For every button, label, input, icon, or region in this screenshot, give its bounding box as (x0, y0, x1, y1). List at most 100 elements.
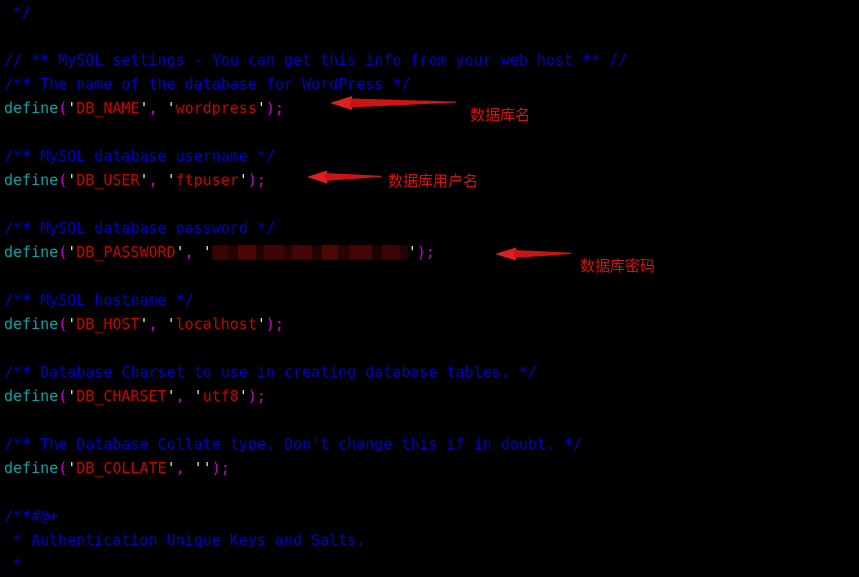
code-token-cmt: */ (4, 3, 32, 21)
code-token-punc: ( (58, 387, 68, 405)
code-token-q: ' (67, 99, 77, 117)
code-token-q: ' (139, 171, 149, 189)
code-token-q: ' (67, 387, 77, 405)
code-line: define('DB_PASSWORD', ' '); (0, 240, 859, 264)
code-token-cmt: * Authentication Unique Keys and Salts. (4, 531, 366, 549)
code-token-cmt: // ** MySQL settings - You can get this … (4, 51, 628, 69)
code-token-q: ' (166, 171, 176, 189)
code-token-fn: define (4, 459, 59, 477)
code-token-cmt: /** MySQL database password */ (4, 219, 275, 237)
code-token-punc: ( (58, 171, 68, 189)
code-token-punc: ( (58, 459, 68, 477)
code-token-q: ' (166, 387, 176, 405)
code-token-punc: , (184, 243, 194, 261)
code-line: * (0, 552, 859, 576)
code-token-str: DB_HOST (76, 315, 140, 333)
code-token-punc: , (175, 387, 185, 405)
code-token-cmt: /** The name of the database for WordPre… (4, 75, 411, 93)
code-token-cmt: /**#@+ (4, 507, 59, 525)
code-token-punc: , (175, 459, 185, 477)
code-token-cmt: /** The Database Collate type. Don't cha… (4, 435, 582, 453)
code-token-punc: ); (211, 459, 230, 477)
code-token-q: ' (256, 315, 266, 333)
code-token-punc: , (148, 171, 158, 189)
code-token-str: DB_USER (76, 171, 140, 189)
code-token-q: ' (166, 315, 176, 333)
code-line: /** The Database Collate type. Don't cha… (0, 432, 859, 456)
code-line: /** MySQL database password */ (0, 216, 859, 240)
code-token-q: ' (67, 315, 77, 333)
code-token-str: wordpress (175, 99, 257, 117)
code-line: */ (0, 0, 859, 24)
code-token-punc: ( (58, 99, 68, 117)
code-token-fn: define (4, 243, 59, 261)
code-token-punc: ); (265, 315, 284, 333)
code-token-cmt: /** Database Charset to use in creating … (4, 363, 537, 381)
code-token-str: DB_COLLATE (76, 459, 167, 477)
code-token-q: ' (407, 243, 417, 261)
code-line: /**#@+ (0, 504, 859, 528)
code-token-q: ' (166, 459, 176, 477)
code-token-str: DB_CHARSET (76, 387, 167, 405)
code-token-q: ' (256, 99, 266, 117)
code-line: /** MySQL database username */ (0, 144, 859, 168)
code-token-q: ' (139, 99, 149, 117)
code-content[interactable]: */ // ** MySQL settings - You can get th… (0, 0, 859, 576)
code-line: /** The name of the database for WordPre… (0, 72, 859, 96)
code-line: * Authentication Unique Keys and Salts. (0, 528, 859, 552)
code-token-q: ' (67, 243, 77, 261)
code-token-punc: ); (247, 171, 266, 189)
code-line: define('DB_COLLATE', ''); (0, 456, 859, 480)
code-token-q: '' (193, 459, 212, 477)
code-line: define('DB_USER', 'ftpuser'); (0, 168, 859, 192)
code-line: /** Database Charset to use in creating … (0, 360, 859, 384)
redacted-password-value (211, 245, 408, 260)
code-token-str: DB_NAME (76, 99, 140, 117)
code-token-q: ' (139, 315, 149, 333)
code-token-punc: ( (58, 243, 68, 261)
code-token-q: ' (67, 459, 77, 477)
code-token-q: ' (238, 171, 248, 189)
code-token-str: utf8 (202, 387, 239, 405)
code-token-punc: ( (58, 315, 68, 333)
code-token-str: ftpuser (175, 171, 239, 189)
code-line: define('DB_HOST', 'localhost'); (0, 312, 859, 336)
code-token-cmt: /** MySQL hostname */ (4, 291, 194, 309)
code-token-cmt: * (4, 555, 23, 573)
code-line: // ** MySQL settings - You can get this … (0, 48, 859, 72)
code-token-q: ' (202, 243, 212, 261)
code-token-punc: , (148, 99, 158, 117)
code-token-punc: ); (416, 243, 435, 261)
code-token-fn: define (4, 387, 59, 405)
code-token-cmt: /** MySQL database username */ (4, 147, 275, 165)
code-line: /** MySQL hostname */ (0, 288, 859, 312)
code-token-punc: , (148, 315, 158, 333)
code-token-q: ' (193, 387, 203, 405)
code-line: define('DB_CHARSET', 'utf8'); (0, 384, 859, 408)
code-token-fn: define (4, 171, 59, 189)
code-token-fn: define (4, 99, 59, 117)
code-token-str: DB_PASSWORD (76, 243, 176, 261)
code-token-punc: ); (265, 99, 284, 117)
code-token-str: localhost (175, 315, 257, 333)
code-token-q: ' (166, 99, 176, 117)
code-line: define('DB_NAME', 'wordpress'); (0, 96, 859, 120)
code-token-punc: ); (247, 387, 266, 405)
code-token-fn: define (4, 315, 59, 333)
code-token-q: ' (238, 387, 248, 405)
code-editor-view: */ // ** MySQL settings - You can get th… (0, 0, 859, 577)
code-token-q: ' (175, 243, 185, 261)
